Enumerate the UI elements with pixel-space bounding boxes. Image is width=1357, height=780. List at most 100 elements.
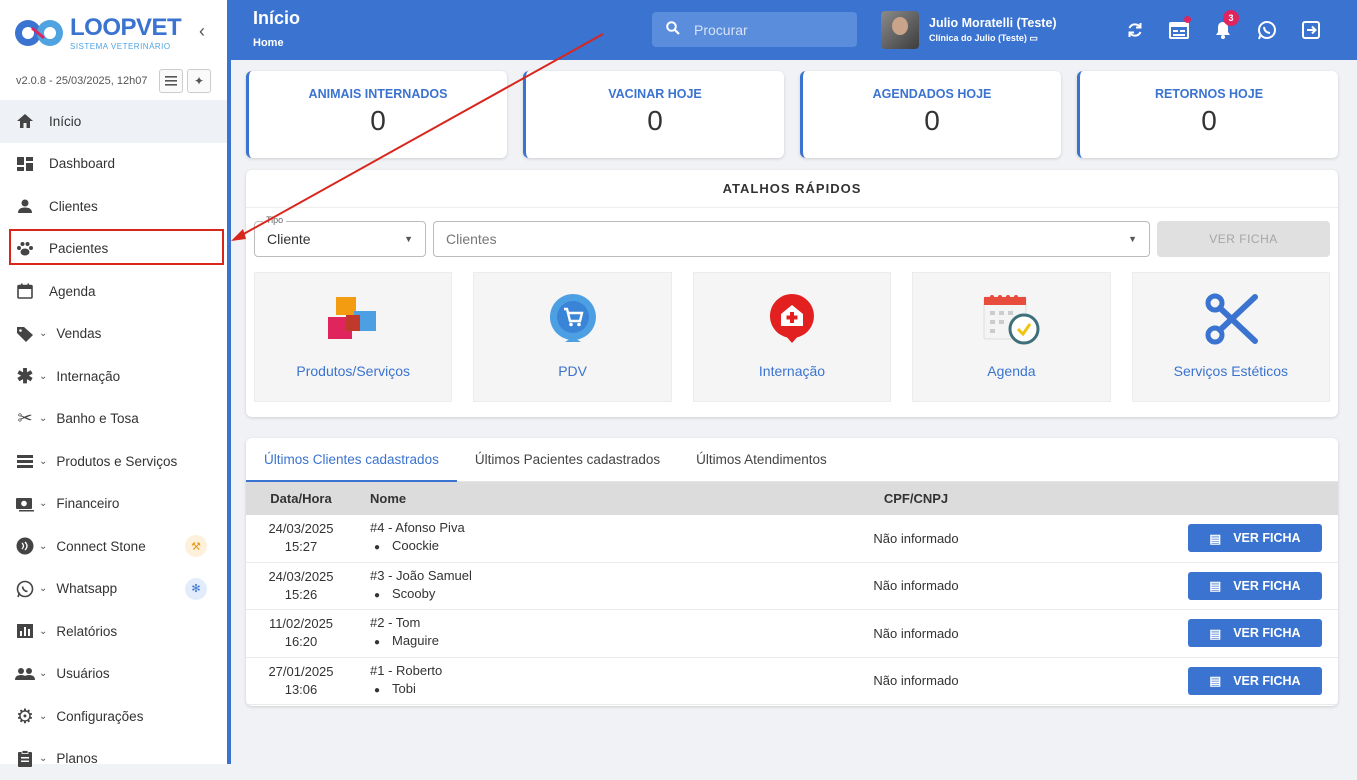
tab-ultimos-clientes[interactable]: Últimos Clientes cadastrados (246, 438, 457, 481)
recent-records-panel: Últimos Clientes cadastrados Últimos Pac… (246, 438, 1338, 706)
table-row: 11/02/202516:20 #2 - Tom●Maguire Não inf… (246, 610, 1338, 658)
view-record-button[interactable]: ▤VER FICHA (1188, 524, 1322, 552)
sidebar-item-dashboard[interactable]: Dashboard (0, 143, 227, 186)
client-select[interactable]: Clientes ▼ (433, 221, 1150, 257)
table-header: Data/Hora Nome CPF/CNPJ (246, 482, 1338, 515)
loopvet-logo-icon (14, 18, 66, 48)
clipboard-icon (14, 750, 36, 768)
logo[interactable]: LOOPVET SISTEMA VETERINÁRIO ‹ (0, 0, 227, 66)
view-record-button[interactable]: VER FICHA (1157, 221, 1330, 257)
paw-icon: ● (370, 634, 384, 652)
logout-button[interactable] (1289, 18, 1333, 42)
chevron-down-icon: ⌄ (39, 456, 47, 467)
stat-card-internados[interactable]: ANIMAIS INTERNADOS 0 (246, 71, 507, 158)
sidebar-item-agenda[interactable]: Agenda (0, 270, 227, 313)
chevron-down-icon: ⌄ (39, 328, 47, 339)
document-icon: ▤ (1209, 626, 1221, 641)
tab-ultimos-pacientes[interactable]: Últimos Pacientes cadastrados (457, 438, 678, 481)
menu-list-button[interactable] (159, 69, 183, 93)
sparkle-icon: ✦ (194, 74, 204, 88)
caret-down-icon: ▼ (1128, 234, 1137, 244)
view-record-button[interactable]: ▤VER FICHA (1188, 619, 1322, 647)
sidebar-item-vendas[interactable]: ⌄ Vendas (0, 313, 227, 356)
version-text: v2.0.8 - 25/03/2025, 12h07 (16, 75, 159, 87)
paw-icon (14, 241, 36, 257)
list-icon (14, 453, 36, 469)
list-icon (165, 76, 177, 86)
tools-icon: ⚒ (185, 535, 207, 557)
chevron-down-icon: ⌄ (39, 626, 47, 637)
sidebar-item-connect-stone[interactable]: ⌄ Connect Stone ⚒ (0, 525, 227, 568)
view-record-button[interactable]: ▤VER FICHA (1188, 667, 1322, 695)
logout-icon (1302, 21, 1320, 39)
sidebar: LOOPVET SISTEMA VETERINÁRIO ‹ v2.0.8 - 2… (0, 0, 231, 764)
user-name: Julio Moratelli (Teste) (929, 16, 1057, 30)
sidebar-item-configuracoes[interactable]: ⚙ ⌄ Configurações (0, 695, 227, 738)
stats-row: ANIMAIS INTERNADOS 0 VACINAR HOJE 0 AGEN… (246, 71, 1338, 158)
chart-icon (14, 623, 36, 639)
sparkle-button[interactable]: ✦ (187, 69, 211, 93)
page-title: Início (253, 8, 300, 29)
table-row: 27/01/202513:06 #1 - Roberto●Tobi Não in… (246, 658, 1338, 706)
view-record-button[interactable]: ▤VER FICHA (1188, 572, 1322, 600)
document-icon: ▤ (1209, 531, 1221, 546)
user-menu[interactable]: Julio Moratelli (Teste) Clínica do Julio… (881, 11, 1057, 49)
sidebar-menu: Início Dashboard Clientes Pacientes Agen… (0, 100, 227, 780)
avatar (881, 11, 919, 49)
person-icon (14, 198, 36, 214)
users-icon (14, 666, 36, 682)
breadcrumb[interactable]: Home (253, 37, 284, 49)
sidebar-item-banho-tosa[interactable]: ✂ ⌄ Banho e Tosa (0, 398, 227, 441)
document-icon: ▤ (1209, 578, 1221, 593)
caret-down-icon: ▼ (404, 234, 413, 244)
home-icon (14, 113, 36, 129)
party-icon: ✻ (185, 578, 207, 600)
register-button[interactable] (1157, 18, 1201, 42)
stat-card-agendados[interactable]: AGENDADOS HOJE 0 (800, 71, 1061, 158)
sidebar-item-pacientes[interactable]: Pacientes (0, 228, 227, 271)
document-icon: ▤ (1209, 673, 1221, 688)
hospital-icon (694, 273, 890, 353)
laptop-icon: ▭ (1029, 33, 1038, 43)
clinic-name: Clínica do Julio (Teste) ▭ (929, 33, 1057, 44)
chevron-left-icon[interactable]: ‹ (199, 21, 205, 42)
sidebar-item-produtos-servicos[interactable]: ⌄ Produtos e Serviços (0, 440, 227, 483)
money-icon (14, 496, 36, 512)
stat-card-retornos[interactable]: RETORNOS HOJE 0 (1077, 71, 1338, 158)
shortcut-pdv[interactable]: PDV (473, 272, 671, 402)
stat-card-vacinar[interactable]: VACINAR HOJE 0 (523, 71, 784, 158)
sidebar-item-usuarios[interactable]: ⌄ Usuários (0, 653, 227, 696)
search-input[interactable]: Procurar (652, 12, 857, 47)
notifications-button[interactable]: 3 (1201, 18, 1245, 42)
whatsapp-icon (14, 580, 36, 598)
cash-register-icon (1169, 21, 1189, 39)
type-select[interactable]: Tipo Cliente ▼ (254, 221, 426, 257)
chevron-down-icon: ⌄ (39, 583, 47, 594)
sidebar-item-clientes[interactable]: Clientes (0, 185, 227, 228)
shortcut-produtos-servicos[interactable]: Produtos/Serviços (254, 272, 452, 402)
sidebar-item-financeiro[interactable]: ⌄ Financeiro (0, 483, 227, 526)
sidebar-item-internacao[interactable]: ✱ ⌄ Internação (0, 355, 227, 398)
shortcut-servicos-esteticos[interactable]: Serviços Estéticos (1132, 272, 1330, 402)
sync-button[interactable] (1113, 18, 1157, 42)
paw-icon: ● (370, 539, 384, 557)
sidebar-item-planos[interactable]: ⌄ Planos (0, 738, 227, 780)
shortcut-internacao[interactable]: Internação (693, 272, 891, 402)
tab-ultimos-atendimentos[interactable]: Últimos Atendimentos (678, 438, 845, 481)
sidebar-item-relatorios[interactable]: ⌄ Relatórios (0, 610, 227, 653)
tag-icon (14, 326, 36, 342)
shortcut-agenda[interactable]: Agenda (912, 272, 1110, 402)
sidebar-item-whatsapp[interactable]: ⌄ Whatsapp ✻ (0, 568, 227, 611)
whatsapp-button[interactable] (1245, 18, 1289, 42)
stone-icon (14, 537, 36, 555)
dashboard-icon (14, 156, 36, 172)
scissors-icon (1133, 273, 1329, 353)
chevron-down-icon: ⌄ (39, 413, 47, 424)
sidebar-item-inicio[interactable]: Início (0, 100, 227, 143)
chevron-down-icon: ⌄ (39, 371, 47, 382)
whatsapp-icon (1257, 20, 1277, 40)
chevron-down-icon: ⌄ (39, 541, 47, 552)
notification-count-badge: 3 (1223, 10, 1239, 26)
scissors-icon: ✂ (14, 408, 36, 429)
calendar-clock-icon (913, 273, 1109, 353)
